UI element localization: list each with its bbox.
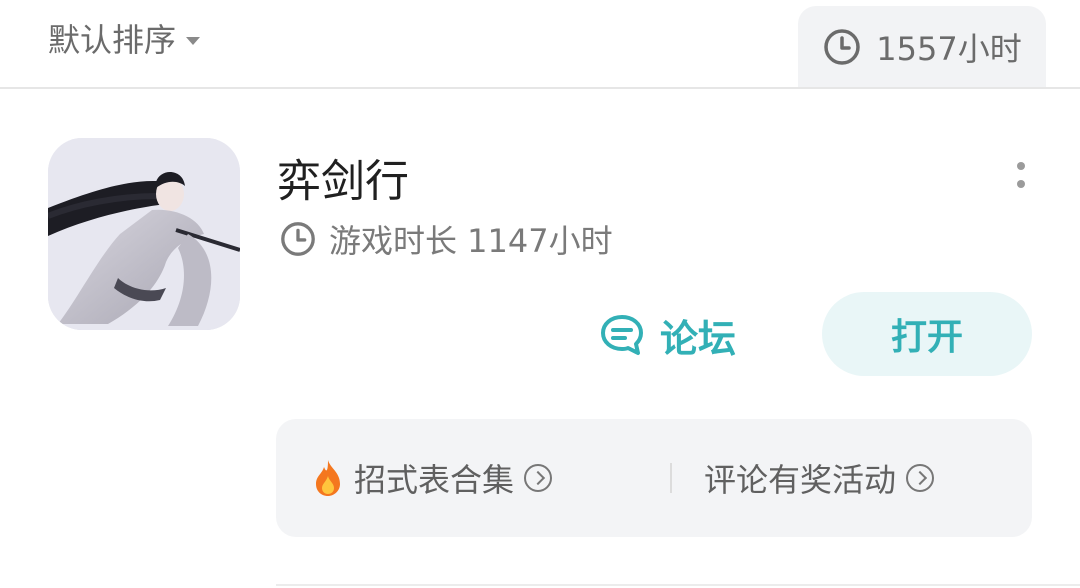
quick-links-card: 招式表合集 评论有奖活动 bbox=[276, 419, 1032, 537]
circle-chevron-right-icon bbox=[906, 464, 935, 492]
top-bar: 默认排序 1557小时 bbox=[0, 0, 1080, 89]
more-dot bbox=[1017, 180, 1025, 188]
more-options-button[interactable] bbox=[1006, 153, 1036, 197]
total-playtime-text: 1557小时 bbox=[876, 30, 1022, 68]
quick-link-event[interactable]: 评论有奖活动 bbox=[704, 419, 935, 537]
sort-dropdown[interactable]: 默认排序 bbox=[48, 18, 201, 59]
circle-chevron-right-icon bbox=[524, 464, 553, 492]
game-card: 弈剑行 游戏时长 1147小时 论坛 打开 招式表合集 评论有奖活动 bbox=[0, 89, 1080, 588]
open-game-button[interactable]: 打开 bbox=[822, 292, 1032, 376]
clock-icon bbox=[824, 29, 861, 65]
quick-link-label: 评论有奖活动 bbox=[704, 461, 897, 499]
fire-icon bbox=[316, 460, 340, 496]
clock-icon bbox=[281, 222, 315, 256]
game-icon[interactable] bbox=[48, 138, 240, 330]
game-playtime-text: 游戏时长 1147小时 bbox=[329, 222, 613, 260]
more-vertical-icon bbox=[1017, 162, 1025, 170]
total-playtime-badge[interactable]: 1557小时 bbox=[798, 6, 1046, 88]
game-artwork bbox=[48, 138, 240, 330]
quick-link-moves[interactable]: 招式表合集 bbox=[312, 419, 553, 537]
quick-link-label: 招式表合集 bbox=[354, 461, 515, 499]
chat-bubble-icon bbox=[601, 315, 643, 355]
game-title[interactable]: 弈剑行 bbox=[277, 145, 409, 209]
forum-label: 论坛 bbox=[660, 316, 737, 361]
sort-label: 默认排序 bbox=[48, 21, 177, 59]
game-playtime: 游戏时长 1147小时 bbox=[279, 217, 613, 261]
link-divider bbox=[670, 463, 672, 493]
caret-down-icon bbox=[186, 37, 201, 45]
forum-button[interactable]: 论坛 bbox=[598, 309, 736, 361]
card-bottom-divider bbox=[276, 584, 1080, 586]
